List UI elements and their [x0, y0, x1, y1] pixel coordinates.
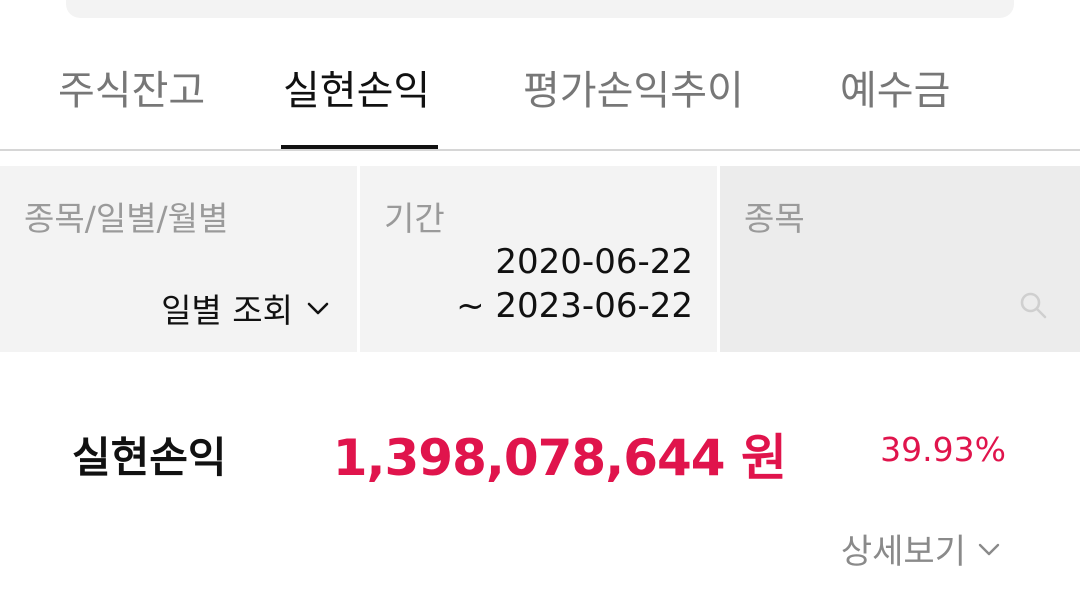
tab-bar: 주식잔고 실현손익 평가손익추이 예수금: [0, 0, 1080, 152]
tab-stock-balance[interactable]: 주식잔고: [58, 58, 205, 116]
realized-pnl-amount: 1,398,078,644 원: [332, 429, 787, 487]
detail-view-label: 상세보기: [840, 532, 966, 572]
view-type-filter[interactable]: 종목/일별/월별 일별 조회: [0, 166, 357, 352]
view-type-label: 종목/일별/월별: [24, 199, 229, 238]
view-type-select[interactable]: 일별 조회: [161, 284, 329, 332]
tab-realized-pnl[interactable]: 실현손익: [283, 58, 430, 116]
period-filter[interactable]: 기간 2020-06-22 ~ 2023-06-22: [360, 166, 717, 352]
detail-view-button[interactable]: 상세보기: [841, 524, 1000, 573]
tab-deposit[interactable]: 예수금: [840, 58, 950, 116]
chevron-down-icon: [978, 543, 1000, 555]
period-label: 기간: [384, 199, 445, 238]
period-end: ~ 2023-06-22: [456, 286, 693, 326]
stock-search-filter[interactable]: 종목: [720, 166, 1080, 352]
tab-divider: [0, 149, 1080, 151]
stock-label: 종목: [744, 199, 805, 238]
chevron-down-icon: [307, 302, 329, 315]
period-start: 2020-06-22: [495, 242, 693, 282]
search-icon[interactable]: [1018, 290, 1048, 320]
view-type-value: 일별 조회: [161, 291, 293, 330]
tab-valuation-trend[interactable]: 평가손익추이: [523, 58, 744, 116]
realized-pnl-label: 실현손익: [72, 433, 227, 482]
realized-pnl-rate: 39.93%: [880, 430, 1006, 469]
